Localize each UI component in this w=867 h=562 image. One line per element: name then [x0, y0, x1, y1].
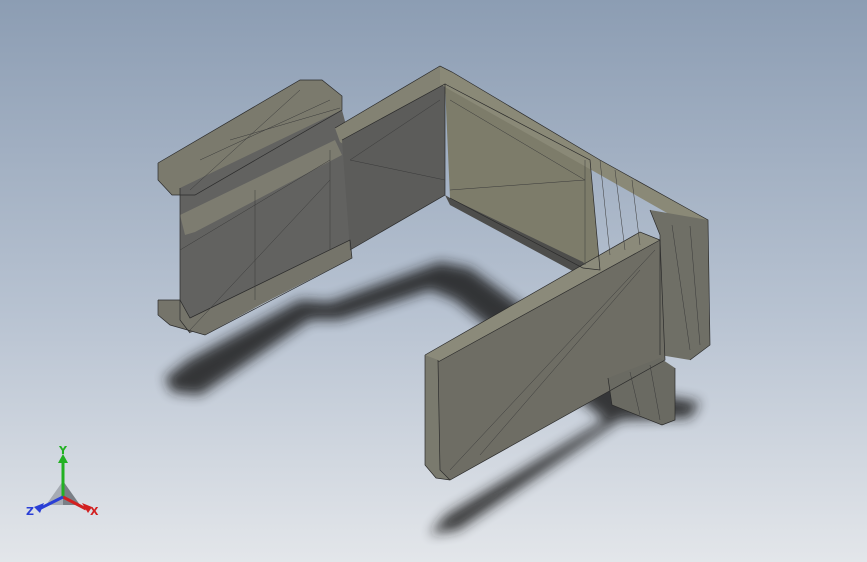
orientation-triad[interactable]: Y X Z — [22, 445, 104, 525]
z-axis-label: Z — [26, 505, 34, 518]
x-axis-label: X — [90, 505, 99, 518]
model-view[interactable] — [0, 0, 867, 562]
graphics-viewport[interactable]: Y X Z — [0, 0, 867, 562]
y-axis-label: Y — [58, 445, 68, 457]
